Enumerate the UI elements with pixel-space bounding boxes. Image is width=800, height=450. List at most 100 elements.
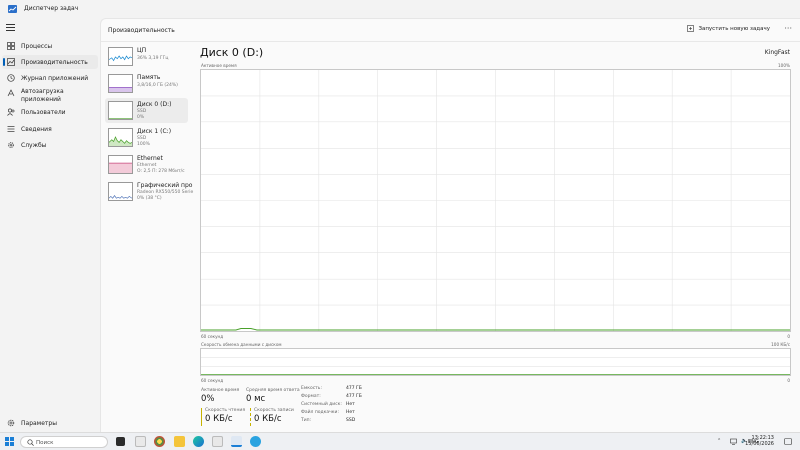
notifications-icon[interactable] xyxy=(784,438,792,445)
read-speed-value: 0 КБ/с xyxy=(205,414,233,424)
prop-page-file-value: Нет xyxy=(346,410,355,415)
read-speed-box: Скорость чтения 0 КБ/с xyxy=(201,408,246,426)
title-bar[interactable]: Диспетчер задач xyxy=(0,0,800,18)
settings-gear-icon xyxy=(7,419,15,427)
active-time-label: Активное время xyxy=(201,388,240,393)
sidebar-item-services[interactable]: Службы xyxy=(2,138,98,152)
history-icon xyxy=(7,74,15,82)
transfer-rate-graph-label: Скорость обмена данными с диском xyxy=(201,342,282,347)
sidebar-item-label: Сведения xyxy=(21,125,52,133)
disk0-thumbnail-graph xyxy=(108,101,133,120)
transfer-rate-graph-max: 100 КБ/с xyxy=(771,342,790,347)
details-list-icon xyxy=(7,126,15,132)
write-speed-value: 0 КБ/с xyxy=(254,414,282,424)
cpu-thumbnail-graph xyxy=(108,47,133,66)
perf-item-name: Диск 1 (C:) xyxy=(137,128,172,135)
performance-page: Производительность Запустить новую задач… xyxy=(100,18,800,432)
perf-item-name: Графический про xyxy=(137,182,193,189)
gpu-thumbnail-graph xyxy=(108,182,133,201)
active-indicator xyxy=(3,58,5,66)
grid-icon xyxy=(7,42,15,50)
perf-item-gpu[interactable]: Графический про Radeon RX550/550 Serie 0… xyxy=(105,179,193,204)
run-task-icon xyxy=(687,25,695,32)
perf-item-cpu[interactable]: ЦП 36% 3,19 ГГц xyxy=(105,44,188,69)
sidebar-item-label: Процессы xyxy=(21,42,53,50)
run-new-task-label: Запустить новую задачу xyxy=(698,25,770,32)
clock[interactable]: 13:22:13 15/06/2026 xyxy=(745,435,774,447)
perf-item-name: Диск 0 (D:) xyxy=(137,101,172,108)
sidebar-item-processes[interactable]: Процессы xyxy=(2,39,98,53)
chat-app-icon[interactable] xyxy=(135,436,146,447)
active-time-graph-min: 0 xyxy=(787,334,790,339)
file-explorer-icon[interactable] xyxy=(174,436,185,447)
disk-model: KingFast xyxy=(764,49,790,56)
edge-browser-icon[interactable] xyxy=(193,436,204,447)
active-time-graph-duration: 60 секунд xyxy=(201,334,224,339)
sidebar-item-label: Производительность xyxy=(21,58,88,66)
transfer-rate-graph xyxy=(200,348,791,376)
perf-item-name: ЦП xyxy=(137,47,147,54)
task-manager-taskbar-icon[interactable] xyxy=(231,436,242,447)
perf-item-disk1[interactable]: Диск 1 (C:) SSD 100% xyxy=(105,125,188,150)
perf-item-sub2: 0% (38 °C) xyxy=(137,196,162,201)
perf-item-sub2: 0% xyxy=(137,115,145,120)
sidebar-item-details[interactable]: Сведения xyxy=(2,122,98,136)
prop-format-value: 477 ГБ xyxy=(346,394,362,399)
prop-type-value: SSD xyxy=(346,418,356,423)
taskbar-search-box[interactable]: Поиск xyxy=(20,436,108,448)
sidebar-nav: Процессы Производительность Журнал прило… xyxy=(0,18,100,432)
sidebar-item-settings[interactable]: Параметры xyxy=(2,416,98,430)
active-time-graph-max: 100% xyxy=(778,63,790,68)
avg-response-label: Средняя время ответа xyxy=(246,388,300,393)
task-manager-window: Диспетчер задач Процессы Производительно… xyxy=(0,0,800,432)
telegram-icon[interactable] xyxy=(250,436,261,447)
perf-item-sub: SSD xyxy=(137,136,147,141)
search-placeholder: Поиск xyxy=(36,439,54,446)
network-icon[interactable] xyxy=(730,438,737,445)
performance-chart-icon xyxy=(7,58,15,66)
perf-item-ethernet[interactable]: Ethernet Ethernet О: 2,5 П: 278 Мбит/с xyxy=(105,152,188,177)
sidebar-item-performance[interactable]: Производительность xyxy=(2,55,98,69)
startup-icon xyxy=(7,89,15,97)
sidebar-item-label: Журнал приложений xyxy=(21,74,89,82)
sidebar-item-startup[interactable]: Автозагрузка приложений xyxy=(2,86,98,106)
task-manager-app-icon xyxy=(8,5,17,13)
perf-item-sub: SSD xyxy=(137,109,147,114)
tray-chevron-icon[interactable]: ⌃ xyxy=(717,438,721,444)
write-speed-box: Скорость записи 0 КБ/с xyxy=(250,408,295,426)
store-app-icon[interactable] xyxy=(212,436,223,447)
perf-item-name: Ethernet xyxy=(137,155,163,162)
window-title: Диспетчер задач xyxy=(24,5,79,12)
windows-start-icon[interactable] xyxy=(5,437,14,446)
hamburger-menu-icon[interactable] xyxy=(6,24,15,31)
perf-item-sub: Radeon RX550/550 Serie xyxy=(137,190,194,195)
sidebar-item-label-line1: Автозагрузка xyxy=(21,88,64,95)
sidebar-item-users[interactable]: Пользователи xyxy=(2,105,98,119)
write-speed-label: Скорость записи xyxy=(254,408,294,413)
header-divider xyxy=(101,41,800,42)
perf-item-disk0[interactable]: Диск 0 (D:) SSD 0% xyxy=(105,98,188,123)
task-view-icon[interactable] xyxy=(116,437,125,446)
perf-item-sub2: 100% xyxy=(137,142,150,147)
read-speed-label: Скорость чтения xyxy=(205,408,246,413)
perf-item-sub: Ethernet xyxy=(137,163,157,168)
active-time-graph-label: Активное время xyxy=(201,63,237,68)
more-options-button[interactable]: ··· xyxy=(784,24,792,33)
sidebar-item-label-line2: приложений xyxy=(21,96,61,103)
sidebar-item-label: Службы xyxy=(21,141,47,149)
memory-thumbnail-graph xyxy=(108,74,133,93)
run-new-task-button[interactable]: Запустить новую задачу xyxy=(687,25,770,32)
perf-item-sub2: О: 2,5 П: 278 Мбит/с xyxy=(137,169,185,174)
avg-response-value: 0 мс xyxy=(246,394,266,404)
perf-item-memory[interactable]: Память 3,8/16,0 ГБ (24%) xyxy=(105,71,188,96)
perf-item-sub: 36% 3,19 ГГц xyxy=(137,56,169,61)
prop-type-label: Тип: xyxy=(301,418,312,423)
ethernet-thumbnail-graph xyxy=(108,155,133,174)
transfer-rate-graph-min: 0 xyxy=(787,378,790,383)
clock-date: 15/06/2026 xyxy=(745,441,774,447)
active-time-value: 0% xyxy=(201,394,215,404)
page-title: Производительность xyxy=(108,27,175,34)
chrome-browser-icon[interactable] xyxy=(154,436,165,447)
sidebar-item-app-history[interactable]: Журнал приложений xyxy=(2,71,98,85)
disk1-thumbnail-graph xyxy=(108,128,133,147)
